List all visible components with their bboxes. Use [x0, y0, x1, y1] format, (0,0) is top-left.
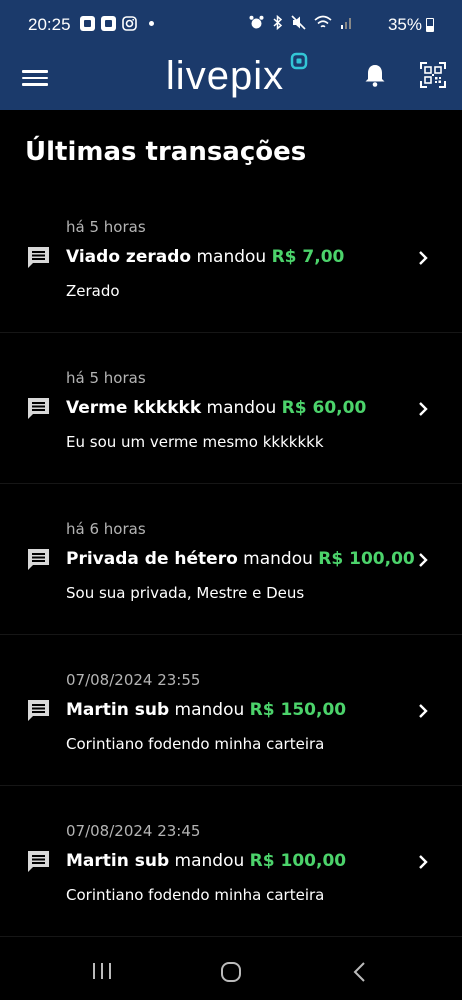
status-time: 20:25: [28, 15, 71, 34]
signal-icon: [341, 18, 351, 29]
transaction-time: 07/08/2024 23:45: [66, 822, 201, 840]
chevron-right-icon: [419, 704, 428, 718]
transaction-time: há 6 horas: [66, 520, 146, 538]
transaction-summary: Martin sub mandou R$ 100,00: [66, 851, 346, 871]
sender-name: Verme kkkkkk: [66, 398, 202, 418]
app-notification-icon: [80, 16, 95, 31]
mute-icon: [291, 15, 306, 30]
app-notification-icon: [101, 16, 116, 31]
transaction-item[interactable]: há 6 horas Privada de hétero mandou R$ 10…: [0, 484, 462, 635]
transaction-item[interactable]: há 5 horas Viado zerado mandou R$ 7,00 Zer…: [0, 182, 462, 333]
sender-name: Viado zerado: [66, 247, 192, 267]
transaction-time: 07/08/2024 23:55: [66, 671, 201, 689]
system-nav-bar: [0, 940, 462, 1000]
sender-name: Martin sub: [66, 700, 170, 720]
transaction-message: Zerado: [66, 282, 120, 300]
transaction-time: há 5 horas: [66, 369, 146, 387]
bluetooth-icon: [273, 15, 283, 30]
chevron-right-icon: [419, 402, 428, 416]
wifi-icon: [314, 15, 332, 28]
app-bar: livepix: [0, 52, 462, 110]
chevron-right-icon: [419, 251, 428, 265]
bell-icon[interactable]: [360, 60, 390, 90]
status-bar: 20:25 35%: [0, 0, 462, 52]
transaction-verb: mandou: [174, 700, 245, 720]
transaction-amount: R$ 60,00: [281, 398, 367, 418]
instagram-icon: [122, 16, 137, 31]
transaction-time: há 5 horas: [66, 218, 146, 236]
status-left-icons: [80, 16, 154, 31]
transaction-amount: R$ 150,00: [249, 700, 347, 720]
chevron-right-icon: [419, 855, 428, 869]
transaction-message: Sou sua privada, Mestre e Deus: [66, 584, 305, 602]
transaction-verb: mandou: [243, 549, 313, 569]
transaction-summary: Verme kkkkkk mandou R$ 60,00: [66, 398, 366, 418]
transaction-verb: mandou: [174, 851, 245, 871]
transaction-message: Corintiano fodendo minha carteira: [66, 886, 325, 904]
transaction-amount: R$ 100,00: [318, 549, 415, 569]
chevron-right-icon: [419, 553, 428, 567]
transaction-summary: Privada de hétero mandou R$ 100,00: [66, 549, 415, 569]
transaction-summary: Viado zerado mandou R$ 7,00: [66, 247, 344, 267]
sender-name: Privada de hétero: [66, 549, 238, 569]
transaction-amount: R$ 7,00: [271, 247, 345, 267]
transaction-amount: R$ 100,00: [249, 851, 347, 871]
transaction-item[interactable]: 07/08/2024 23:45 Martin sub mandou R$ 100…: [0, 786, 462, 937]
alarm-icon: [249, 15, 264, 29]
battery-level: 35%: [387, 15, 422, 34]
logo: livepix: [0, 52, 462, 110]
more-dot-icon: [149, 21, 154, 26]
message-icon: [28, 549, 49, 570]
logo-mark-icon: [290, 52, 308, 70]
recent-apps-icon[interactable]: [90, 962, 114, 980]
status-right-icons: [249, 15, 352, 30]
transaction-message: Corintiano fodendo minha carteira: [66, 735, 325, 753]
transaction-message: Eu sou um verme mesmo kkkkkkk: [66, 433, 324, 451]
back-icon[interactable]: [352, 961, 368, 983]
transaction-verb: mandou: [196, 247, 267, 267]
battery-icon: [426, 18, 434, 32]
transaction-item[interactable]: há 5 horas Verme kkkkkk mandou R$ 60,00 Eu…: [0, 333, 462, 484]
transaction-summary: Martin sub mandou R$ 150,00: [66, 700, 346, 720]
message-icon: [28, 398, 49, 419]
page-title: Últimas transações: [25, 137, 307, 167]
message-icon: [28, 700, 49, 721]
transaction-item[interactable]: 07/08/2024 23:55 Martin sub mandou R$ 150…: [0, 635, 462, 786]
sender-name: Martin sub: [66, 851, 170, 871]
qr-code-icon[interactable]: [418, 60, 448, 90]
transactions-list: há 5 horas Viado zerado mandou R$ 7,00 Zer…: [0, 182, 462, 937]
home-icon[interactable]: [220, 961, 242, 983]
transaction-verb: mandou: [206, 398, 277, 418]
logo-text: livepix: [165, 54, 285, 98]
message-icon: [28, 851, 49, 872]
message-icon: [28, 247, 49, 268]
